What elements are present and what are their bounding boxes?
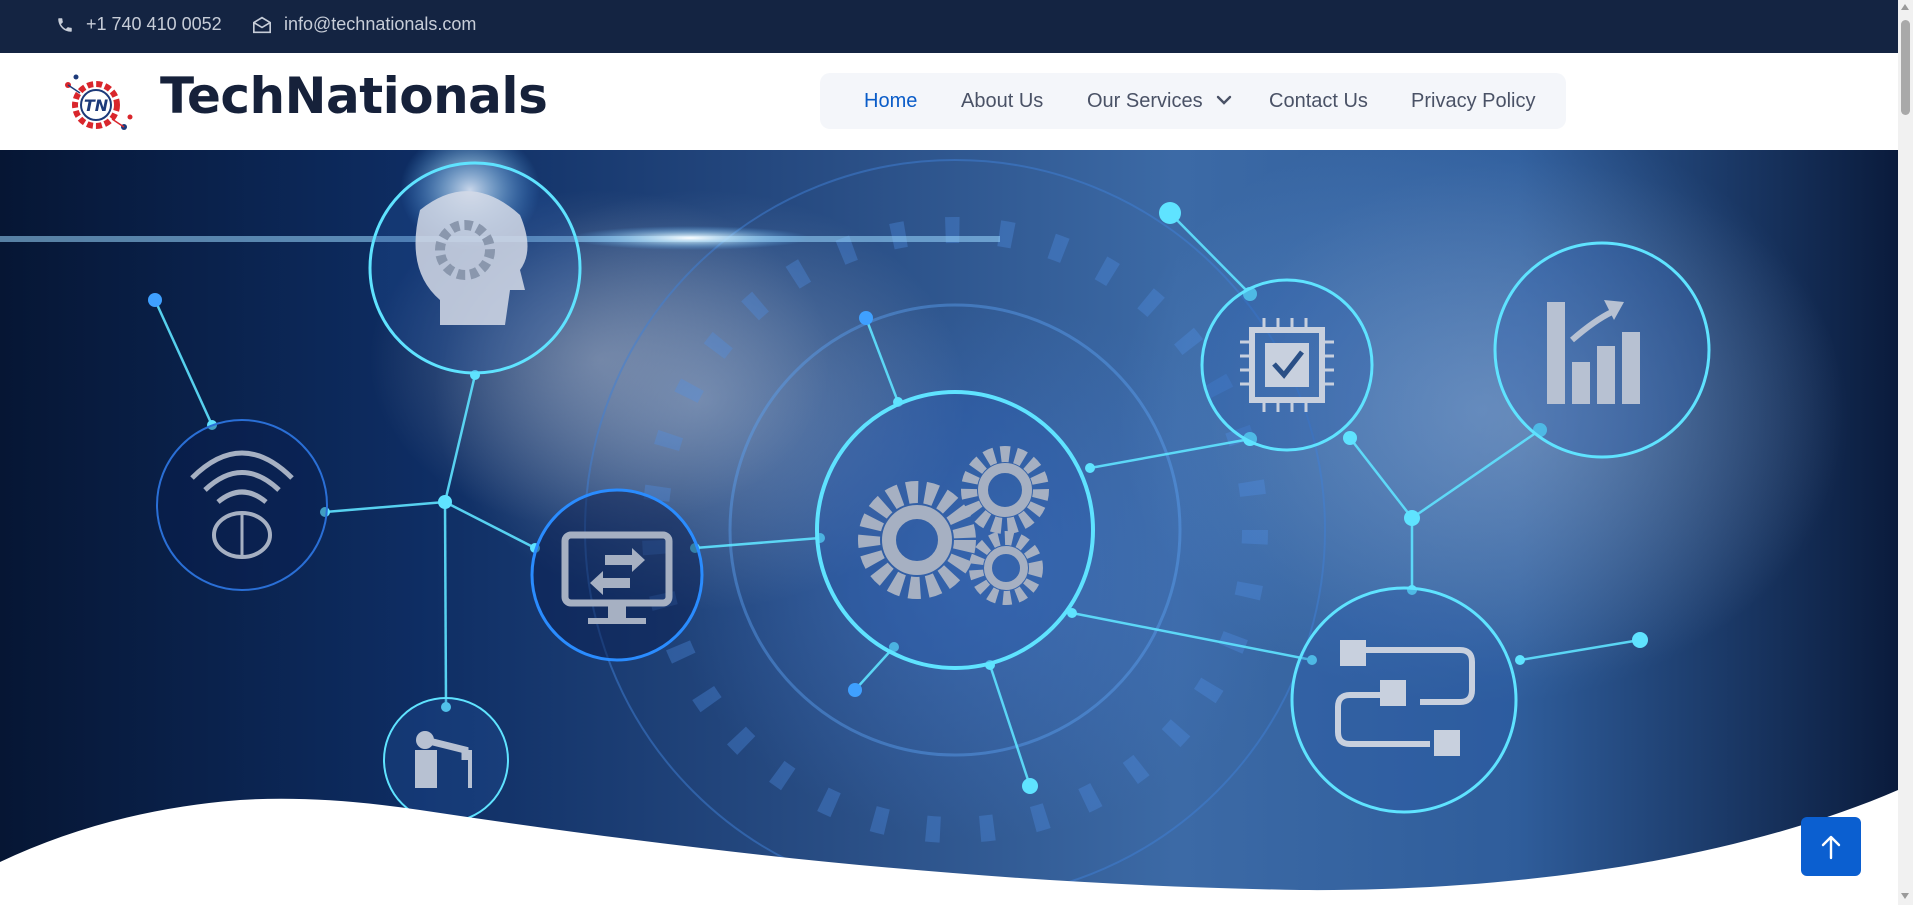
scroll-down-arrow-icon[interactable] xyxy=(1901,893,1909,899)
workflow-icon xyxy=(1290,586,1518,814)
ai-head-gear-icon xyxy=(368,161,582,375)
nav-our-services-label: Our Services xyxy=(1087,90,1203,112)
scrollbar-thumb[interactable] xyxy=(1901,20,1910,115)
phone-number: +1 740 410 0052 xyxy=(86,14,222,34)
arrow-up-icon xyxy=(1821,835,1841,859)
nav-about-us[interactable]: About Us xyxy=(961,73,1043,129)
page-viewport: +1 740 410 0052 info@technationals.com T… xyxy=(0,0,1898,905)
nav-home[interactable]: Home xyxy=(864,73,917,129)
site-header: TN TechNationals Home About Us Our Servi… xyxy=(0,53,1898,150)
chip-check-icon xyxy=(1200,278,1374,452)
nav-contact-us[interactable]: Contact Us xyxy=(1269,73,1368,129)
technationals-logo[interactable]: TN xyxy=(60,71,136,137)
contact-topbar: +1 740 410 0052 info@technationals.com xyxy=(0,0,1898,53)
page-scrollbar[interactable] xyxy=(1898,0,1913,905)
hero-tech-illustration xyxy=(0,150,1898,905)
hero-banner xyxy=(0,150,1898,905)
phone-contact[interactable]: +1 740 410 0052 xyxy=(56,14,222,35)
email-address: info@technationals.com xyxy=(284,14,477,34)
gears-icon xyxy=(815,390,1095,670)
robot-arm-icon xyxy=(383,697,509,823)
svg-text:TN: TN xyxy=(84,96,109,115)
phone-icon xyxy=(58,17,72,32)
chevron-down-icon xyxy=(1216,95,1232,105)
nav-our-services[interactable]: Our Services xyxy=(1087,73,1232,129)
email-contact[interactable]: info@technationals.com xyxy=(252,14,476,35)
wifi-brain-icon xyxy=(156,419,328,591)
main-navigation: Home About Us Our Services Contact Us Pr… xyxy=(820,73,1566,129)
monitor-transfer-icon xyxy=(530,488,704,662)
brand-name[interactable]: TechNationals xyxy=(160,67,548,125)
scroll-up-arrow-icon[interactable] xyxy=(1901,4,1909,10)
envelope-icon xyxy=(253,16,271,33)
nav-privacy-policy[interactable]: Privacy Policy xyxy=(1411,73,1535,129)
scroll-to-top-button[interactable] xyxy=(1801,817,1861,876)
bar-chart-growth-icon xyxy=(1493,241,1711,459)
